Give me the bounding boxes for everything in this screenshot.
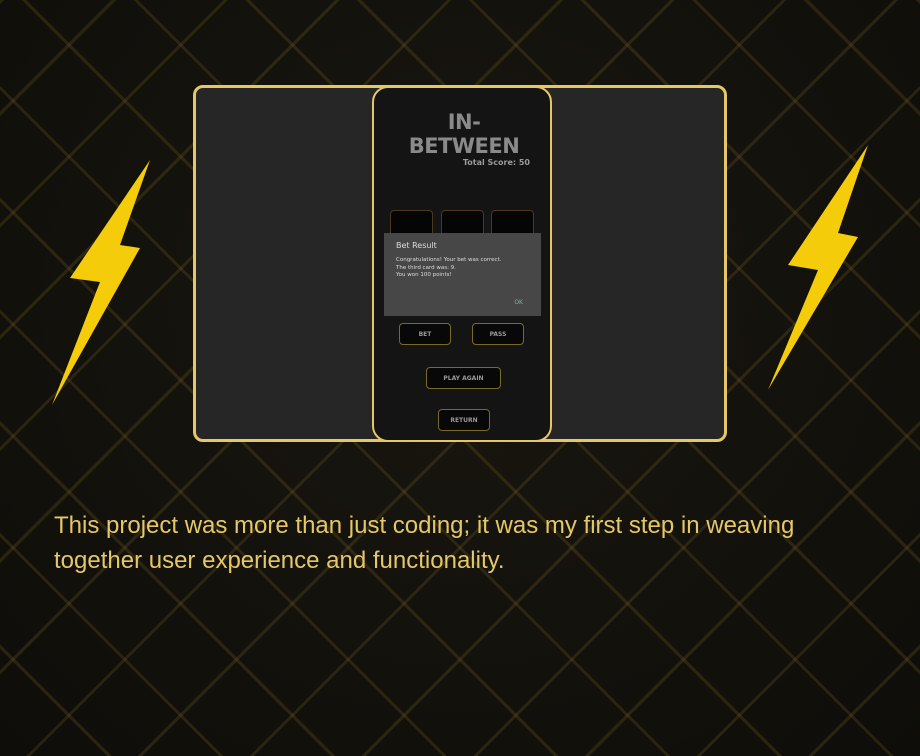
game-logo: IN-BETWEEN [408, 110, 520, 158]
phone-screen: IN-BETWEEN Total Score: 50 Bet Result Co… [372, 86, 552, 442]
bet-result-dialog: Bet Result Congratulations! Your bet was… [384, 233, 541, 316]
lightning-bolt-icon [768, 145, 868, 390]
lightning-bolt-icon [52, 160, 150, 405]
dialog-line: Congratulations! Your bet was correct. [396, 257, 502, 263]
caption: This project was more than just coding; … [54, 512, 795, 574]
dialog-title: Bet Result [396, 241, 437, 250]
ok-button[interactable]: OK [514, 299, 523, 306]
play-again-button[interactable]: PLAY AGAIN [426, 367, 501, 389]
return-button[interactable]: RETURN [438, 409, 490, 431]
dialog-line: You won 100 points! [396, 272, 452, 278]
dialog-line: The third card was: 9. [396, 264, 456, 271]
pass-button[interactable]: PASS [472, 323, 524, 345]
total-score: Total Score: 50 [462, 158, 530, 167]
bet-button[interactable]: BET [399, 323, 451, 345]
